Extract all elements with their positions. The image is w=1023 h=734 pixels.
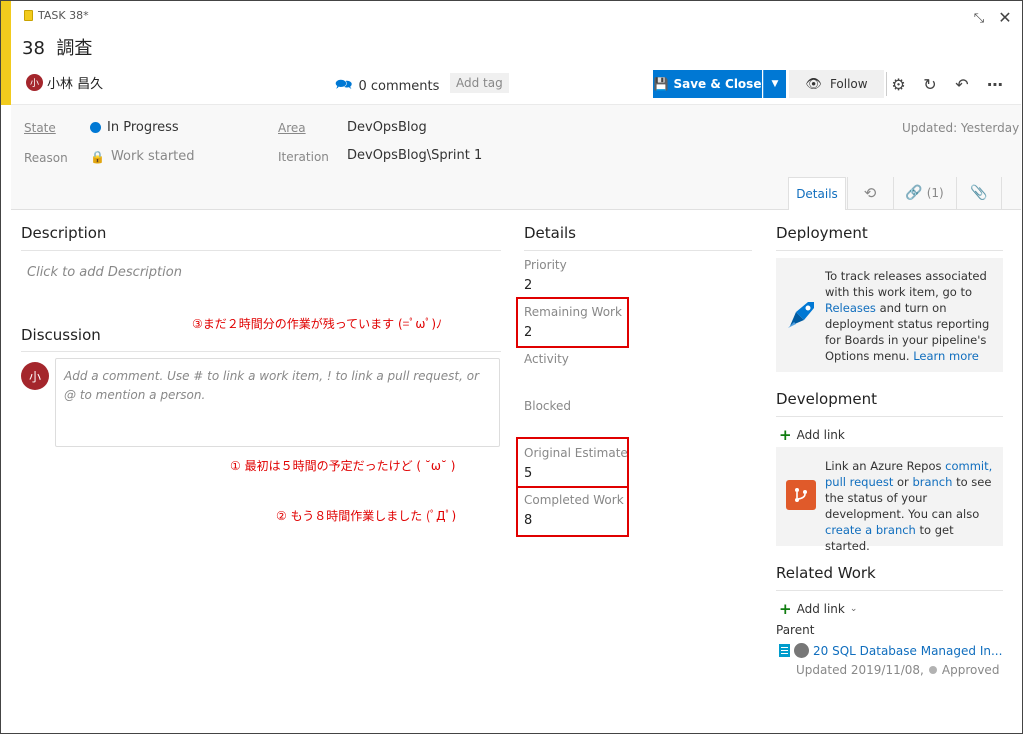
assigned-to[interactable]: 小 小林 昌久 [26,73,103,92]
work-item-title-text[interactable]: 調査 [56,38,92,59]
refresh-icon[interactable]: ↻ [918,72,942,96]
related-work-heading: Related Work [776,564,876,582]
comments-link[interactable]: 🗪 0 comments [335,74,439,98]
state-label: State [24,121,56,135]
remaining-work-label: Remaining Work [524,305,622,319]
discussion-heading: Discussion [21,326,101,344]
parent-item-link[interactable]: 20 SQL Database Managed In... [813,644,1002,658]
save-options-dropdown[interactable]: ▼ [763,70,786,98]
activity-field[interactable] [524,369,724,389]
tab-history[interactable]: ⟲ [847,177,892,209]
details-heading: Details [524,224,577,242]
task-type-label: TASK 38* [24,9,89,22]
description-field[interactable]: Click to add Description [27,265,182,280]
commit-link[interactable]: commit, [945,459,992,473]
repo-branch-icon [786,480,816,510]
related-add-link[interactable]: + Add link ⌄ [779,600,857,618]
close-icon[interactable]: ✕ [996,8,1014,27]
link-icon: 🔗 [905,185,923,201]
completed-work-field[interactable]: 8 [524,513,532,528]
avatar: 小 [26,74,43,91]
undo-icon[interactable]: ↶ [950,72,974,96]
user-avatar-icon [794,643,809,658]
releases-link[interactable]: Releases [825,301,876,315]
reason-field[interactable]: 🔒 Work started [90,149,195,164]
backlog-item-icon [779,644,790,657]
work-item-id: 38 [22,38,45,59]
task-type-accent-bar [1,1,11,105]
avatar: 小 [21,362,49,390]
parent-label: Parent [776,623,815,637]
parent-meta: Updated 2019/11/08, Approved [796,663,1000,677]
area-label: Area [278,121,306,135]
comment-input[interactable]: Add a comment. Use # to link a work item… [55,358,500,447]
deployment-heading: Deployment [776,224,868,242]
paperclip-icon: 📎 [970,185,988,201]
in-progress-dot-icon [90,122,101,133]
development-heading: Development [776,390,877,408]
create-branch-link[interactable]: create a branch [825,523,916,537]
add-tag-button[interactable]: Add tag [450,73,509,93]
description-heading: Description [21,224,107,242]
save-icon: 💾 [653,77,669,91]
collapse-icon[interactable]: ⤡ [970,9,988,27]
annotation-remaining: ③まだ２時間分の作業が残っています (=ﾟωﾟ)ﾉ [192,317,443,331]
tab-links[interactable]: 🔗 (1) [893,177,955,209]
completed-work-label: Completed Work [524,493,624,507]
state-field[interactable]: In Progress [90,120,179,135]
blocked-field[interactable] [524,416,724,434]
eye-icon: 👁 [805,76,822,92]
updated-timestamp[interactable]: Updated: Yesterday [902,121,1019,135]
development-text: Link an Azure Repos commit, pull request… [825,459,993,553]
annotation-completed: ② もう８時間作業しました (ﾟДﾟ) [276,509,457,523]
priority-label: Priority [524,258,567,272]
deployment-text: To track releases associated with this w… [825,269,990,363]
development-add-link[interactable]: + Add link [779,426,845,444]
settings-gear-icon[interactable]: ⚙ [886,72,910,96]
task-icon [24,10,33,21]
highlight-original-estimate [516,437,629,488]
original-estimate-label: Original Estimate [524,446,628,460]
original-estimate-field[interactable]: 5 [524,466,532,481]
learn-more-link[interactable]: Learn more [913,349,979,363]
approved-dot-icon [928,666,937,674]
history-icon: ⟲ [863,184,877,202]
priority-field[interactable]: 2 [524,278,532,293]
annotation-original: ① 最初は５時間の予定だったけど ( ˘ω˘ ) [230,459,456,473]
chevron-down-icon: ⌄ [849,604,858,614]
pull-request-link[interactable]: pull request [825,475,893,489]
reason-label: Reason [24,151,68,165]
parent-work-item[interactable]: 20 SQL Database Managed In... [779,643,1002,658]
save-close-button[interactable]: 💾 Save & Close [653,70,762,98]
rocket-icon [786,298,818,330]
activity-label: Activity [524,352,569,366]
lock-icon: 🔒 [90,149,105,164]
chevron-down-icon: ▼ [771,79,779,89]
branch-link[interactable]: branch [912,475,952,489]
iteration-field[interactable]: DevOpsBlog\Sprint 1 [347,148,482,163]
tab-attachments[interactable]: 📎 [956,177,1002,209]
comment-icon: 🗪 [335,77,353,93]
tab-details[interactable]: Details [788,177,846,210]
plus-icon: + [779,600,792,618]
blocked-label: Blocked [524,399,572,413]
iteration-label: Iteration [278,150,329,164]
work-item-title[interactable]: 38 調査 [22,34,92,60]
follow-button[interactable]: 👁 Follow [789,70,884,98]
remaining-work-field[interactable]: 2 [524,325,532,340]
more-actions-icon[interactable]: ⋯ [983,72,1007,96]
assigned-user-name: 小林 昌久 [47,77,104,92]
area-field[interactable]: DevOpsBlog [347,120,427,135]
plus-icon: + [779,426,792,444]
